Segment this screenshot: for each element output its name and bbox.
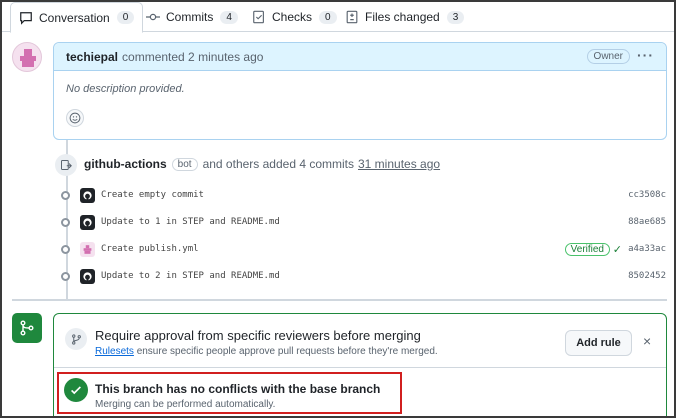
ruleset-title: Require approval from specific reviewers…: [95, 328, 421, 343]
add-reaction-button[interactable]: [66, 109, 84, 127]
comment-author[interactable]: techiepal: [66, 50, 118, 64]
commit-row: Create empty commit cc3508c: [58, 185, 666, 205]
tab-files-changed[interactable]: Files changed 3: [345, 2, 465, 32]
tab-conversation[interactable]: Conversation 0: [10, 2, 144, 33]
commit-message[interactable]: Update to 2 in STEP and README.md: [101, 271, 280, 281]
check-icon[interactable]: ✓: [613, 243, 622, 256]
tab-commits[interactable]: Commits 4: [146, 2, 238, 32]
smiley-icon: [69, 112, 81, 124]
commit-group-text: and others added 4 commits: [202, 157, 354, 171]
timeline-divider: [12, 299, 667, 301]
ruleset-description: Rulesets ensure specific people approve …: [95, 346, 438, 357]
file-diff-icon: [346, 10, 358, 24]
github-icon: [80, 268, 95, 284]
branch-icon: [65, 328, 87, 350]
commit-sha[interactable]: a4a33ac: [628, 244, 666, 254]
comment-box: techiepal commented 2 minutes ago Owner …: [53, 42, 667, 140]
commit-dot-icon: [61, 271, 70, 281]
tab-label: Checks: [272, 10, 313, 24]
commit-message[interactable]: Create publish.yml: [101, 244, 199, 254]
pr-tabs: Conversation 0 Commits 4 Checks 0 Files …: [2, 2, 674, 33]
commit-message[interactable]: Update to 1 in STEP and README.md: [101, 217, 280, 227]
tab-label: Conversation: [39, 10, 110, 25]
comment-icon: [20, 11, 32, 25]
commit-group-time[interactable]: 31 minutes ago: [358, 157, 440, 171]
tab-checks[interactable]: Checks 0: [252, 2, 337, 32]
tab-label: Files changed: [365, 10, 440, 24]
git-merge-icon: [12, 313, 42, 343]
commit-message[interactable]: Create empty commit: [101, 190, 204, 200]
ruleset-suggestion: Require approval from specific reviewers…: [54, 314, 666, 368]
comment-body: No description provided.: [66, 83, 185, 95]
more-options-icon[interactable]: ···: [637, 47, 654, 63]
commit-row: Update to 2 in STEP and README.md 850245…: [58, 266, 666, 286]
ruleset-text: ensure specific people approve pull requ…: [136, 346, 438, 357]
user-avatar: [80, 241, 95, 257]
owner-badge: Owner: [586, 49, 630, 64]
rulesets-link[interactable]: Rulesets: [95, 346, 134, 357]
verified-badge[interactable]: Verified: [564, 242, 610, 256]
bot-badge: bot: [171, 157, 198, 171]
commit-group-author[interactable]: github-actions: [84, 157, 167, 171]
tab-count: 0: [116, 11, 135, 24]
comment-header: techiepal commented 2 minutes ago: [54, 43, 666, 71]
highlight-box: [57, 372, 402, 414]
commit-dot-icon: [61, 190, 70, 200]
github-icon: [80, 214, 95, 230]
commit-sha[interactable]: cc3508c: [628, 190, 666, 200]
tab-count: 0: [319, 10, 337, 24]
repo-push-icon: [55, 154, 77, 176]
commit-sha[interactable]: 8502452: [628, 271, 666, 281]
close-icon[interactable]: ×: [643, 333, 651, 349]
tab-count: 3: [446, 10, 465, 24]
commit-row: Create publish.yml Verified ✓ a4a33ac: [58, 239, 666, 259]
avatar[interactable]: [12, 42, 42, 72]
commit-dot-icon: [61, 217, 70, 227]
tab-count: 4: [220, 10, 238, 24]
commit-icon: [146, 13, 160, 21]
checklist-icon: [253, 10, 264, 24]
commit-sha[interactable]: 88ae685: [628, 217, 666, 227]
comment-meta: commented 2 minutes ago: [122, 49, 264, 64]
add-rule-button[interactable]: Add rule: [565, 330, 632, 356]
commit-group-header: github-actions bot and others added 4 co…: [84, 157, 440, 171]
github-icon: [80, 187, 95, 203]
commit-dot-icon: [61, 244, 70, 254]
commit-row: Update to 1 in STEP and README.md 88ae68…: [58, 212, 666, 232]
tab-label: Commits: [166, 10, 214, 24]
